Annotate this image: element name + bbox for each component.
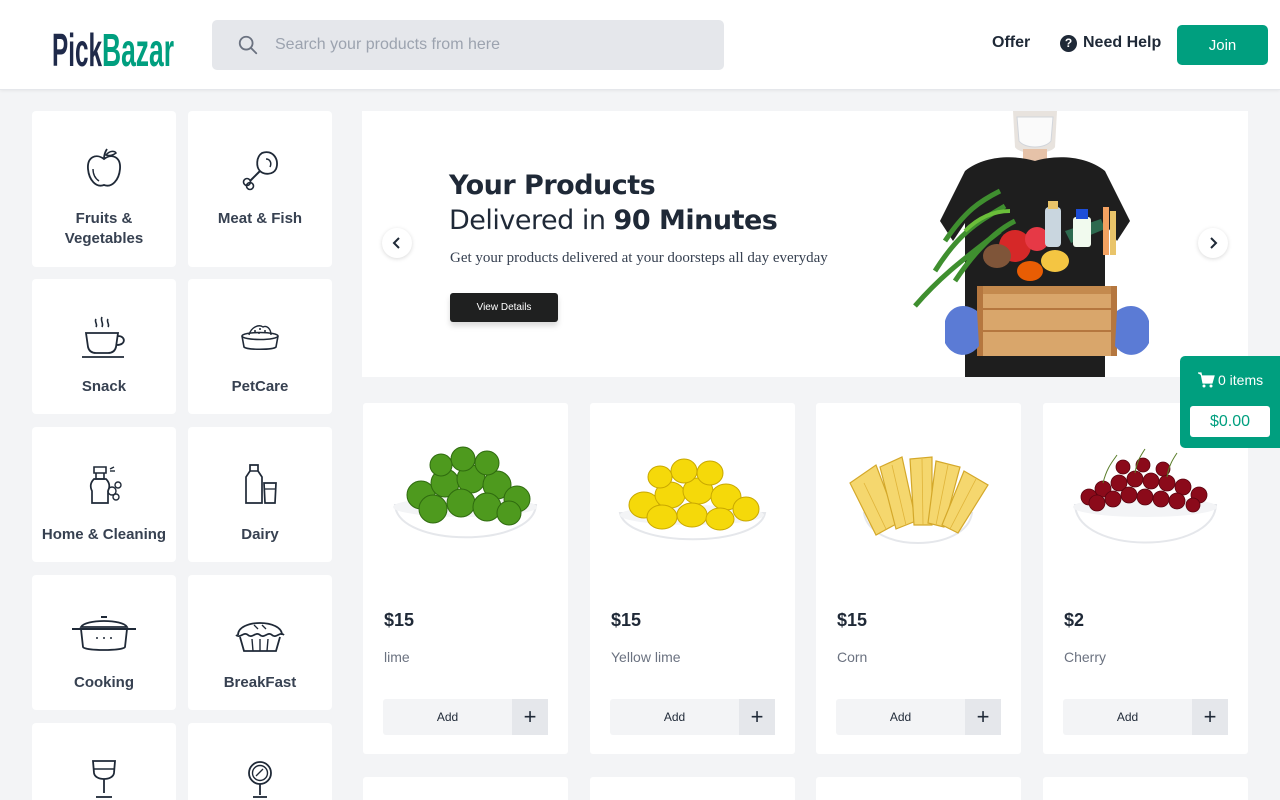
delivery-person-image bbox=[913, 111, 1149, 377]
category-label: Dairy bbox=[241, 526, 279, 543]
product-price: $15 bbox=[384, 610, 415, 630]
add-to-cart-button[interactable]: Add + bbox=[610, 699, 775, 735]
mirror-icon bbox=[248, 761, 272, 798]
product-card[interactable] bbox=[816, 777, 1021, 800]
category-label: Snack bbox=[81, 378, 127, 395]
cart-icon bbox=[1198, 372, 1215, 388]
chevron-right-icon bbox=[1210, 237, 1218, 249]
category-label: Fruits & Vegetables bbox=[64, 210, 144, 247]
banner-title: Your Products bbox=[449, 170, 656, 201]
category-fruits-vegetables[interactable]: Fruits & Vegetables bbox=[32, 111, 176, 267]
offer-link[interactable]: Offer bbox=[992, 34, 1030, 52]
pie-icon bbox=[235, 622, 285, 652]
product-card[interactable]: $15 Corn Add + bbox=[816, 403, 1021, 754]
pet-bowl-icon bbox=[241, 325, 279, 351]
category-petcare[interactable]: PetCare bbox=[188, 279, 332, 414]
category-label: Meat & Fish bbox=[217, 210, 303, 227]
plus-icon[interactable]: + bbox=[739, 699, 775, 735]
plus-icon[interactable]: + bbox=[512, 699, 548, 735]
add-label: Add bbox=[436, 710, 459, 724]
coffee-cup-icon bbox=[82, 316, 125, 358]
pickbazar-logo[interactable]: Pick Bazar bbox=[52, 16, 174, 74]
join-button[interactable]: Join bbox=[1177, 25, 1268, 65]
category-label: Cooking bbox=[74, 674, 134, 691]
question-icon: ? bbox=[1060, 34, 1077, 52]
product-card[interactable]: $2 Cherry Add + bbox=[1043, 403, 1248, 754]
cart-items: 0 items bbox=[1198, 372, 1263, 388]
category-label: PetCare bbox=[231, 378, 289, 395]
cart-total: $0.00 bbox=[1190, 406, 1270, 437]
need-help-label: Need Help bbox=[1083, 34, 1162, 51]
category-home-cleaning[interactable]: Home & Cleaning bbox=[32, 427, 176, 562]
category-label: BreakFast bbox=[223, 674, 297, 691]
category-breakfast[interactable]: BreakFast bbox=[188, 575, 332, 710]
category-label: Home & Cleaning bbox=[41, 526, 167, 543]
cart-items-label: 0 items bbox=[1218, 372, 1264, 388]
need-help-link[interactable]: ? Need Help bbox=[1060, 34, 1161, 52]
product-card[interactable] bbox=[363, 777, 568, 800]
product-card[interactable]: $15 lime Add + bbox=[363, 403, 568, 754]
product-name: Yellow lime bbox=[611, 649, 681, 665]
category-cooking[interactable]: Cooking bbox=[32, 575, 176, 710]
product-name: Cherry bbox=[1064, 649, 1107, 665]
yellow-lime-image bbox=[618, 458, 767, 541]
category-beverage[interactable] bbox=[32, 723, 176, 800]
category-snack[interactable]: Snack bbox=[32, 279, 176, 414]
carousel-next-button[interactable] bbox=[1198, 228, 1228, 258]
product-price: $15 bbox=[611, 610, 642, 630]
add-label: Add bbox=[1116, 710, 1139, 724]
product-name: lime bbox=[384, 649, 410, 665]
product-card[interactable] bbox=[1043, 777, 1248, 800]
banner-subtitle: Delivered in 90 Minutes bbox=[449, 205, 778, 236]
product-price: $15 bbox=[837, 610, 868, 630]
svg-text:Bazar: Bazar bbox=[102, 24, 174, 74]
product-price: $2 bbox=[1064, 610, 1085, 630]
search-bar bbox=[212, 20, 724, 70]
category-dairy[interactable]: Dairy bbox=[188, 427, 332, 562]
milk-bottle-icon bbox=[245, 464, 277, 504]
view-details-button[interactable]: View Details bbox=[450, 293, 558, 322]
wine-glass-icon bbox=[92, 760, 116, 798]
drumstick-icon bbox=[242, 151, 278, 191]
spray-bottle-icon bbox=[89, 466, 122, 504]
hero-banner: Your Products Delivered in 90 Minutes Ge… bbox=[362, 111, 1248, 377]
apple-icon bbox=[87, 148, 121, 187]
banner-description: Get your products delivered at your door… bbox=[450, 250, 828, 266]
add-to-cart-button[interactable]: Add + bbox=[383, 699, 548, 735]
add-to-cart-button[interactable]: Add + bbox=[1063, 699, 1228, 735]
cart-widget[interactable]: 0 items $0.00 bbox=[1180, 356, 1280, 448]
add-to-cart-button[interactable]: Add + bbox=[836, 699, 1001, 735]
svg-text:Pick: Pick bbox=[52, 24, 102, 74]
plus-icon[interactable]: + bbox=[1192, 699, 1228, 735]
lime-image bbox=[393, 446, 538, 539]
chevron-left-icon bbox=[392, 237, 400, 249]
search-input[interactable] bbox=[275, 36, 695, 54]
corn-image bbox=[849, 456, 989, 544]
cooking-pot-icon bbox=[72, 616, 136, 651]
add-label: Add bbox=[663, 710, 686, 724]
category-beauty[interactable] bbox=[188, 723, 332, 800]
search-icon[interactable] bbox=[237, 34, 259, 56]
add-label: Add bbox=[889, 710, 912, 724]
category-meat-fish[interactable]: Meat & Fish bbox=[188, 111, 332, 267]
product-name: Corn bbox=[837, 649, 868, 665]
header: Pick Bazar Offer ? Need Help Join bbox=[0, 0, 1280, 90]
product-card[interactable] bbox=[590, 777, 795, 800]
carousel-prev-button[interactable] bbox=[382, 228, 412, 258]
plus-icon[interactable]: + bbox=[965, 699, 1001, 735]
product-card[interactable]: $15 Yellow lime Add + bbox=[590, 403, 795, 754]
cherry-image bbox=[1073, 448, 1218, 544]
